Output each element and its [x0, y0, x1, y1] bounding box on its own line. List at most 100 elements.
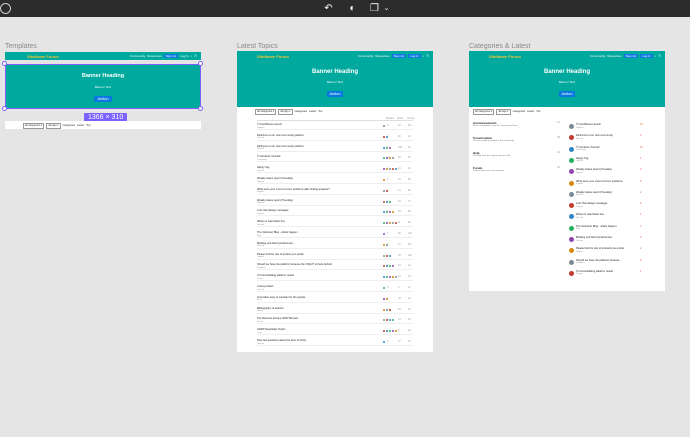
- topic-category[interactable]: General: [576, 240, 583, 242]
- activity-time[interactable]: 3d: [408, 329, 411, 332]
- avatar[interactable]: [388, 145, 392, 150]
- topic-title[interactable]: Peer-led questions about the form of fac…: [257, 339, 306, 342]
- selection-handle[interactable]: [2, 106, 7, 111]
- menu-icon[interactable]: ☰: [658, 54, 661, 58]
- topic-category[interactable]: Support: [576, 251, 583, 253]
- topic-row[interactable]: The Discover Europe 2020 Winners Events 3 2…: [257, 317, 413, 325]
- topic-category[interactable]: General: [257, 148, 264, 150]
- topic-category[interactable]: General: [576, 138, 583, 140]
- login-button[interactable]: Log In: [640, 54, 653, 58]
- avatar[interactable]: [569, 169, 574, 175]
- activity-time[interactable]: 5h: [408, 178, 411, 181]
- header-link[interactable]: Community: [130, 54, 145, 58]
- latest-topic-row[interactable]: UI Consolidating platform needs Design 1: [569, 270, 641, 280]
- login-button[interactable]: Log In: [408, 54, 421, 58]
- nav-categories[interactable]: Categories: [513, 110, 526, 114]
- topic-row[interactable]: GDPR Newsletter Topics Legal 1 9 3d: [257, 328, 413, 336]
- activity-time[interactable]: 3d: [408, 340, 411, 343]
- topic-row[interactable]: The Volunteer Blog - whats happen Blog 7 52…: [257, 231, 413, 238]
- header-link[interactable]: Resources: [607, 54, 621, 58]
- activity-time[interactable]: 3h: [408, 156, 411, 159]
- topic-category[interactable]: Design: [257, 278, 263, 280]
- categories-latest-frame[interactable]: SiteName Forum Community Resources Sign …: [469, 51, 665, 291]
- topic-title[interactable]: Welcome to our new community: [576, 134, 613, 137]
- avatar[interactable]: [569, 146, 574, 152]
- frame-title-latest[interactable]: Latest Topics: [237, 43, 278, 50]
- circle-outline-icon[interactable]: [0, 3, 11, 14]
- topic-row[interactable]: Lost chat design messages Support 5 33 8h: [257, 209, 413, 217]
- topic-category[interactable]: Legal: [257, 332, 262, 334]
- latest-topic-row[interactable]: Please find the rest of products you pre…: [569, 247, 641, 257]
- activity-time[interactable]: 2d: [408, 308, 411, 311]
- topic-title[interactable]: Innovation easy to maintain for the peop…: [257, 296, 305, 299]
- latest-topic-row[interactable]: What were your most common problems Suppo…: [569, 180, 641, 190]
- topic-category[interactable]: Support: [576, 206, 583, 208]
- activity-time[interactable]: 12h: [408, 254, 412, 257]
- category-row[interactable]: Conversation Discuss anything related to …: [473, 136, 560, 150]
- activity-time[interactable]: 1h: [408, 135, 411, 138]
- activity-time[interactable]: 8h: [408, 210, 411, 213]
- topic-category[interactable]: General: [576, 160, 583, 162]
- undo-icon[interactable]: ↶: [323, 3, 334, 14]
- latest-topic-row[interactable]: Building and friend preferences General 3: [569, 236, 641, 246]
- topic-title[interactable]: Should we have the platform because: [576, 259, 619, 262]
- topic-row[interactable]: Welcome to our new community platform Gen…: [257, 134, 413, 141]
- latest-topic-row[interactable]: Where is Gas Meter box General 1: [569, 213, 641, 223]
- nav-top[interactable]: Top: [86, 124, 90, 128]
- latest-topic-row[interactable]: The Volunteer Blog - whats happen Blog 7: [569, 225, 641, 235]
- topic-category[interactable]: Community: [576, 149, 586, 151]
- topic-category[interactable]: Feedback: [257, 267, 266, 269]
- latest-topic-row[interactable]: Welcome to our new community General 4: [569, 134, 641, 144]
- login-link[interactable]: Log In: [180, 54, 188, 58]
- chevron-down-icon[interactable]: ⌄: [381, 3, 392, 14]
- nav-categories[interactable]: Categories: [63, 124, 76, 128]
- theme-toggle-icon[interactable]: ◐: [347, 3, 358, 14]
- category-dropdown[interactable]: all categories ▾: [255, 109, 277, 115]
- topic-category[interactable]: General: [257, 289, 264, 291]
- latest-topic-row[interactable]: Weekly status report (Tuesday) Reports 3: [569, 168, 641, 178]
- action-button[interactable]: Action: [94, 96, 112, 102]
- topic-row[interactable]: Welcome to our new community platform Gen…: [257, 145, 413, 152]
- signup-button[interactable]: Sign Up: [163, 53, 179, 58]
- topic-category[interactable]: Events: [257, 321, 263, 323]
- activity-time[interactable]: 2h: [408, 146, 411, 149]
- topic-title[interactable]: What were your most common problems afte…: [257, 188, 330, 191]
- activity-time[interactable]: 7h: [408, 200, 411, 203]
- topic-category[interactable]: General: [257, 245, 264, 247]
- activity-time[interactable]: 4h: [408, 167, 411, 170]
- topic-category[interactable]: Reports: [257, 202, 264, 204]
- latest-topics-frame[interactable]: SiteName Forum Community Resources Sign …: [237, 51, 433, 352]
- topic-row[interactable]: Weekly status report (Tuesday) Reports 2 19…: [257, 199, 413, 206]
- category-row[interactable]: Help Get help from the community and staf…: [473, 151, 560, 165]
- avatar[interactable]: [388, 253, 392, 258]
- frame-title-templates[interactable]: Templates: [5, 43, 37, 50]
- activity-time[interactable]: 1d: [408, 275, 411, 278]
- selection-handle[interactable]: [198, 106, 203, 111]
- topic-category[interactable]: Ideas: [257, 299, 262, 301]
- tag-dropdown[interactable]: all tags ▾: [278, 109, 293, 115]
- avatar[interactable]: [569, 248, 574, 254]
- header-link[interactable]: Resources: [147, 54, 161, 58]
- activity-time[interactable]: 6h: [408, 189, 411, 192]
- latest-topic-row[interactable]: Weekly status report (Tuesday) Reports 2: [569, 191, 641, 201]
- avatar[interactable]: [391, 210, 395, 215]
- avatar[interactable]: [569, 214, 574, 220]
- topic-category[interactable]: General: [257, 137, 264, 139]
- topic-category[interactable]: Library: [257, 310, 263, 312]
- avatar[interactable]: [382, 178, 386, 182]
- avatar[interactable]: [391, 264, 395, 269]
- topic-row[interactable]: Weekly status report (Tuesday) Reports 3 22…: [257, 177, 413, 184]
- tag-dropdown[interactable]: all tags ▾: [496, 109, 511, 115]
- topic-category[interactable]: Reports: [576, 172, 583, 174]
- activity-time[interactable]: 1d: [408, 286, 411, 289]
- topic-category[interactable]: Design: [576, 273, 582, 275]
- latest-topic-row[interactable]: © FreshNews Launch Updates 12: [569, 123, 643, 133]
- topic-row[interactable]: © Introduce Yourself Community 12 90 3h: [257, 155, 413, 163]
- avatar[interactable]: [388, 199, 392, 204]
- topic-title[interactable]: Lost chat design messages: [576, 202, 607, 205]
- menu-icon[interactable]: ☰: [194, 54, 197, 58]
- header-link[interactable]: Resources: [375, 54, 389, 58]
- layers-icon[interactable]: ❐: [369, 3, 380, 14]
- signup-button[interactable]: Sign Up: [391, 54, 407, 58]
- topic-category[interactable]: Updates: [257, 127, 264, 129]
